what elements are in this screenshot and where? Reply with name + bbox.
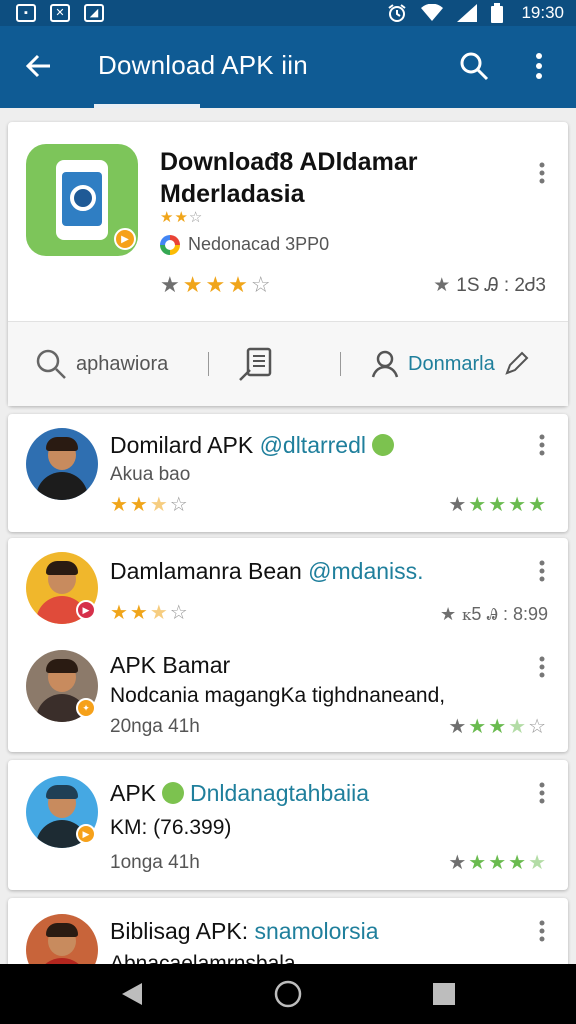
chat-bubble-icon [70,185,96,211]
download-notification-icon: ◢ [84,4,104,22]
app-detail-card[interactable]: ▶ Downloađ8 ADldamar Mderladasia ★★☆ Ned… [8,122,568,406]
developer-name: Nedonacad 3PP0 [188,234,330,254]
more-vertical-icon [539,560,545,582]
feed-card[interactable]: ▶ APK Dnldanagtahbaiia KM: (76.399) 1onga… [8,760,568,890]
nav-home-button[interactable] [266,974,310,1014]
mini-rating: ★★☆ [160,209,204,226]
developer-row[interactable]: Nedonacad 3PP0 [160,234,329,255]
signal-icon [457,4,478,22]
app-title[interactable]: Downloađ8 ADldamar Mderladasia [160,146,417,210]
developer-logo-icon [160,234,180,255]
app-stat: ★ 1S Ꭿ : 2Ꮷ3 [433,274,546,297]
feed-menu-button[interactable] [530,916,554,946]
feed-stat: ★ ꮶ5 Ꭿ : 8:99 [440,604,548,624]
document-list-icon [239,347,272,381]
rating-stars-right: ★★★★☆ [448,716,548,738]
search-filter-label: aphawiora [76,352,169,375]
back-button[interactable] [18,46,58,86]
avatar[interactable] [26,428,98,500]
feed-menu-button[interactable] [530,556,554,586]
home-circle-icon [274,980,302,1008]
battery-icon [491,3,504,23]
feed-title: APK Bamar [110,652,231,678]
search-filter-button[interactable]: aphawiora [34,322,168,406]
search-icon [36,349,66,379]
app-rating-stars: ★★★★☆ [160,272,274,297]
wifi-icon [421,4,444,21]
nav-recents-button[interactable] [422,974,466,1014]
status-system: 19:30 [387,3,564,23]
feed-title: Biblisag APK: snamolorsia [110,918,379,944]
rating-stars: ★★★☆ [110,602,190,624]
phone-icon [56,160,108,240]
alarm-icon [388,4,407,22]
star-icon: ★ [440,604,457,624]
search-icon [460,52,489,81]
document-button[interactable] [236,322,276,406]
more-vertical-icon [539,434,545,456]
play-badge-icon: ▶ [76,824,96,844]
star-icon: ★ [433,275,451,296]
system-nav-bar [0,964,576,1024]
edit-pencil-icon [504,351,529,375]
account-button[interactable]: Donmarla [370,322,529,406]
tab-indicator [94,104,200,108]
rating-stars-right: ★★★★★ [448,852,548,874]
more-vertical-icon [539,656,545,678]
app-card-menu-button[interactable] [530,158,554,188]
feed-time: 20nga 41h [110,716,200,737]
nav-back-button[interactable] [110,974,154,1014]
overflow-menu-button[interactable] [522,46,556,86]
card-toolbar: aphawiora Donmarla [8,322,568,406]
feed-card[interactable]: Domilard APK @dltarredl Akua bao ★★★☆ ★★… [8,414,568,532]
back-triangle-icon [122,983,142,1005]
more-vertical-icon [539,782,545,804]
status-bar: ▪ ✕ ◢ 19:30 [0,0,576,26]
rating-stars-right: ★★★★★ [448,494,548,516]
verified-badge-icon [162,782,185,804]
feed-body: KM: (76.399) [110,816,232,839]
person-icon [371,350,399,378]
play-badge-icon: ▶ [76,600,96,620]
feed-title: APK Dnldanagtahbaiia [110,780,370,806]
feed-time: 1onga 41h [110,852,200,873]
app-bar: Download APK iin [0,26,576,108]
feed-menu-button[interactable] [530,652,554,682]
feed-menu-button[interactable] [530,778,554,808]
feed-card[interactable]: ▶ Damlamanra Bean @mdaniss. ★★★☆ ★ ꮶ5 Ꭿ … [8,538,568,752]
recents-square-icon [433,983,455,1005]
verified-badge-icon [372,434,395,456]
feed-body: Nodcania magangKa tighdnaneand, [110,684,446,707]
feed-title: Domilard APK @dltarredl [110,432,395,459]
account-label: Donmarla [408,352,495,375]
arrow-left-icon [25,54,50,78]
search-button[interactable] [454,46,494,86]
play-badge-icon: ▶ [114,228,136,250]
more-vertical-icon [539,920,545,942]
app-icon[interactable]: ▶ [26,144,138,256]
badge-icon: ✦ [76,698,96,718]
app-bar-title: Download APK iin [98,50,308,80]
more-vertical-icon [539,162,545,184]
feed-subtitle: Akua bao [110,464,191,485]
feed-title: Damlamanra Bean @mdaniss. [110,558,424,584]
notification-icon: ▪ [16,4,36,22]
more-vertical-icon [536,53,542,79]
status-notifications: ▪ ✕ ◢ [16,4,104,22]
image-notification-icon: ✕ [50,4,70,22]
status-time: 19:30 [521,3,564,22]
rating-stars: ★★★☆ [110,494,190,516]
feed-menu-button[interactable] [530,430,554,460]
